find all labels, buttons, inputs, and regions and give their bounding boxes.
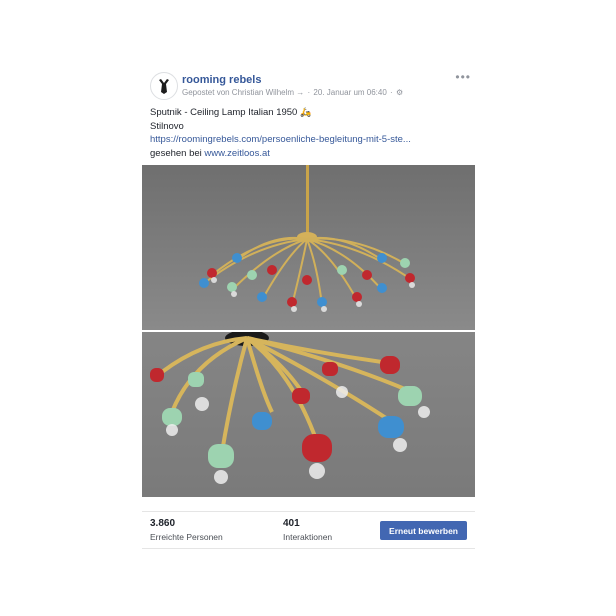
engagement-label: Interaktionen xyxy=(283,532,333,542)
post-url-link[interactable]: https://roomingrebels.com/persoenliche-b… xyxy=(150,133,467,147)
scooter-icon: 🛵 xyxy=(299,107,312,117)
sputnik-chandelier-closeup-photo[interactable] xyxy=(142,332,475,497)
post-header: rooming rebels Gepostet von Christian Wi… xyxy=(142,62,475,100)
engagement-stat: 401 Interaktionen xyxy=(283,518,332,542)
seen-at-label: gesehen bei xyxy=(150,147,202,159)
post-text: Sputnik - Ceiling Lamp Italian 1950 🛵 St… xyxy=(142,100,475,160)
sputnik-chandelier-photo[interactable] xyxy=(142,165,475,330)
arrow-icon: → xyxy=(296,88,305,97)
boost-again-button[interactable]: Erneut bewerben xyxy=(380,521,467,540)
reach-label: Erreichte Personen xyxy=(150,532,223,542)
page-avatar[interactable] xyxy=(150,72,178,100)
ellipsis-icon[interactable]: ••• xyxy=(455,70,471,84)
post-date[interactable]: 20. Januar um 06:40 xyxy=(313,88,386,97)
post-meta: Gepostet von Christian Wilhelm → · 20. J… xyxy=(182,88,404,97)
posted-by[interactable]: Gepostet von Christian Wilhelm xyxy=(182,88,294,97)
engagement-value: 401 xyxy=(283,518,300,529)
post-title: Sputnik - Ceiling Lamp Italian 1950 xyxy=(150,107,298,118)
reach-stat: 3.860 Erreichte Personen xyxy=(150,518,223,542)
post-maker: Stilnovo xyxy=(150,120,184,132)
gear-icon[interactable]: ⚙ xyxy=(396,88,403,97)
facebook-post: rooming rebels Gepostet von Christian Wi… xyxy=(142,62,475,497)
reach-value: 3.860 xyxy=(150,518,176,529)
page-name-link[interactable]: rooming rebels xyxy=(182,74,261,86)
post-insights: 3.860 Erreichte Personen 401 Interaktion… xyxy=(142,511,475,549)
seen-at-link[interactable]: www.zeitloos.at xyxy=(204,148,269,159)
